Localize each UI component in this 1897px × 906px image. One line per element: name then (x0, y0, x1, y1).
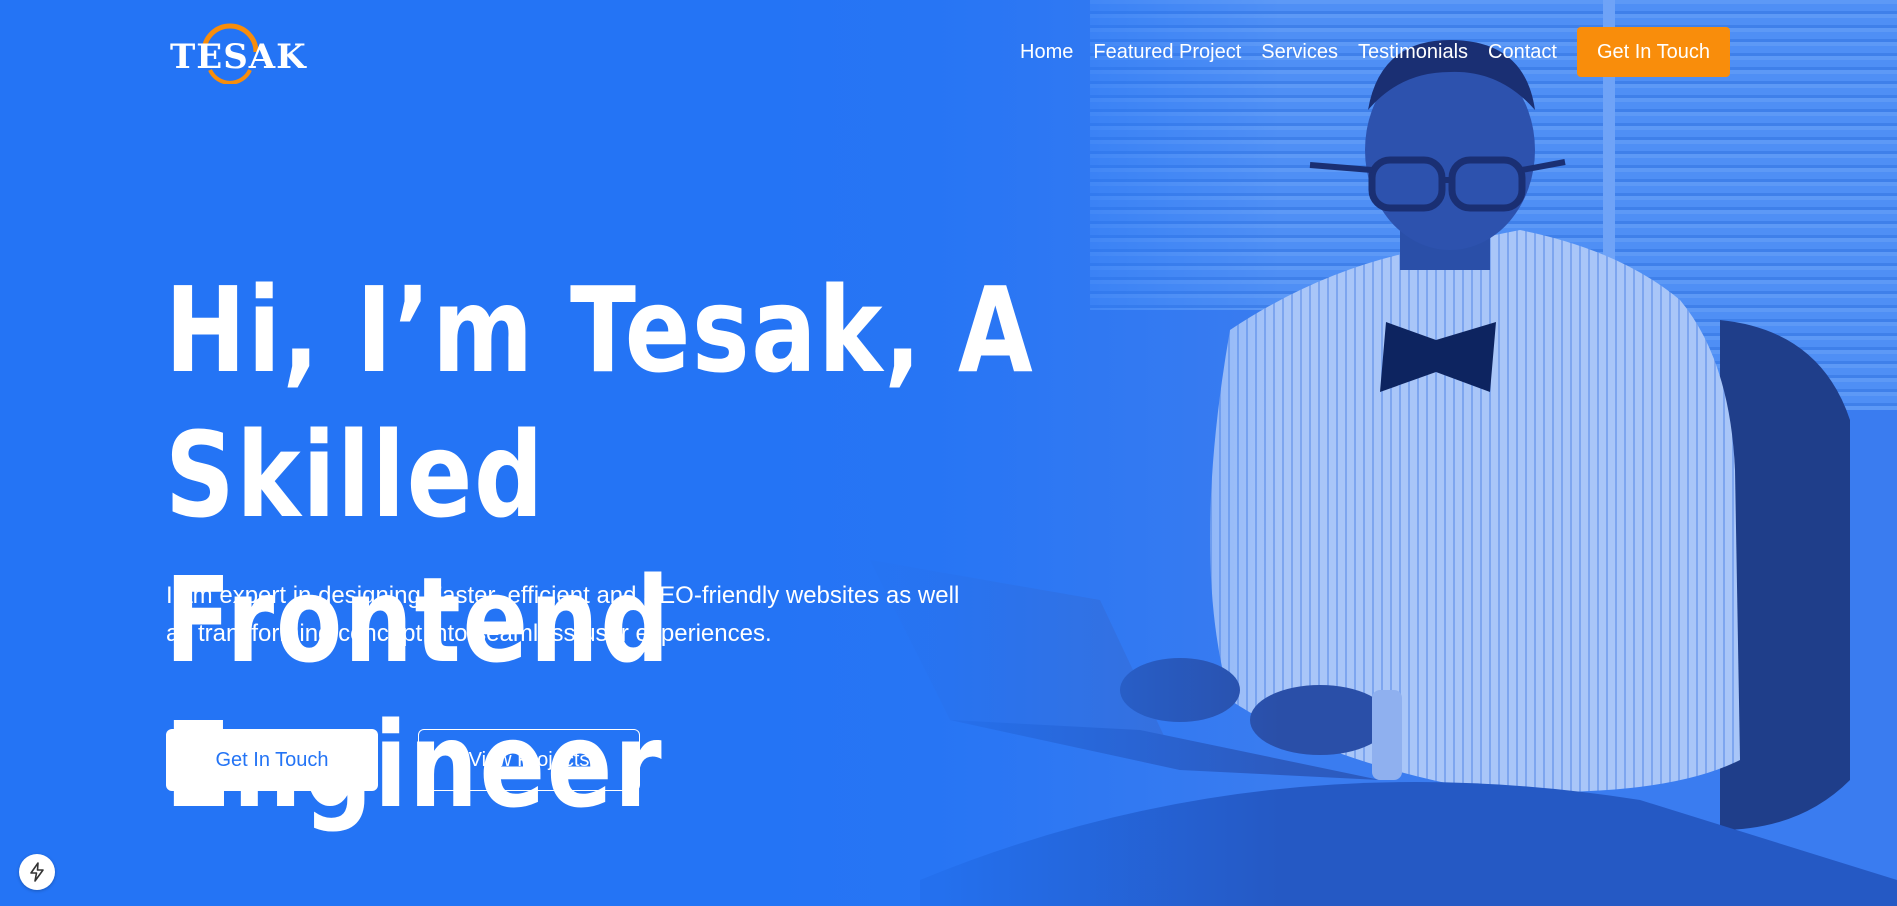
hero-subtitle: I am expert in designing Faster, efficie… (166, 582, 960, 647)
corner-badge[interactable] (19, 854, 55, 890)
hero-headline-line-1: Hi, I’m Tesak, A Skilled (165, 261, 1035, 544)
nav-item-home[interactable]: Home (1020, 27, 1073, 77)
nav-item-contact[interactable]: Contact (1488, 27, 1557, 77)
nav-get-in-touch-button[interactable]: Get In Touch (1576, 27, 1730, 77)
logo[interactable]: TESAK (170, 22, 306, 84)
nav-item-services[interactable]: Services (1261, 27, 1338, 77)
view-projects-button[interactable]: View Projects (418, 729, 640, 791)
lightning-icon (30, 862, 44, 882)
nav-item-testimonials[interactable]: Testimonials (1358, 27, 1468, 77)
main-nav: Home Featured Project Services Testimoni… (1020, 27, 1730, 77)
nav-item-featured-project[interactable]: Featured Project (1093, 27, 1241, 77)
logo-text: TESAK (170, 37, 307, 77)
hero-section: TESAK Home Featured Project Services Tes… (0, 0, 1897, 906)
get-in-touch-button[interactable]: Get In Touch (166, 729, 378, 791)
